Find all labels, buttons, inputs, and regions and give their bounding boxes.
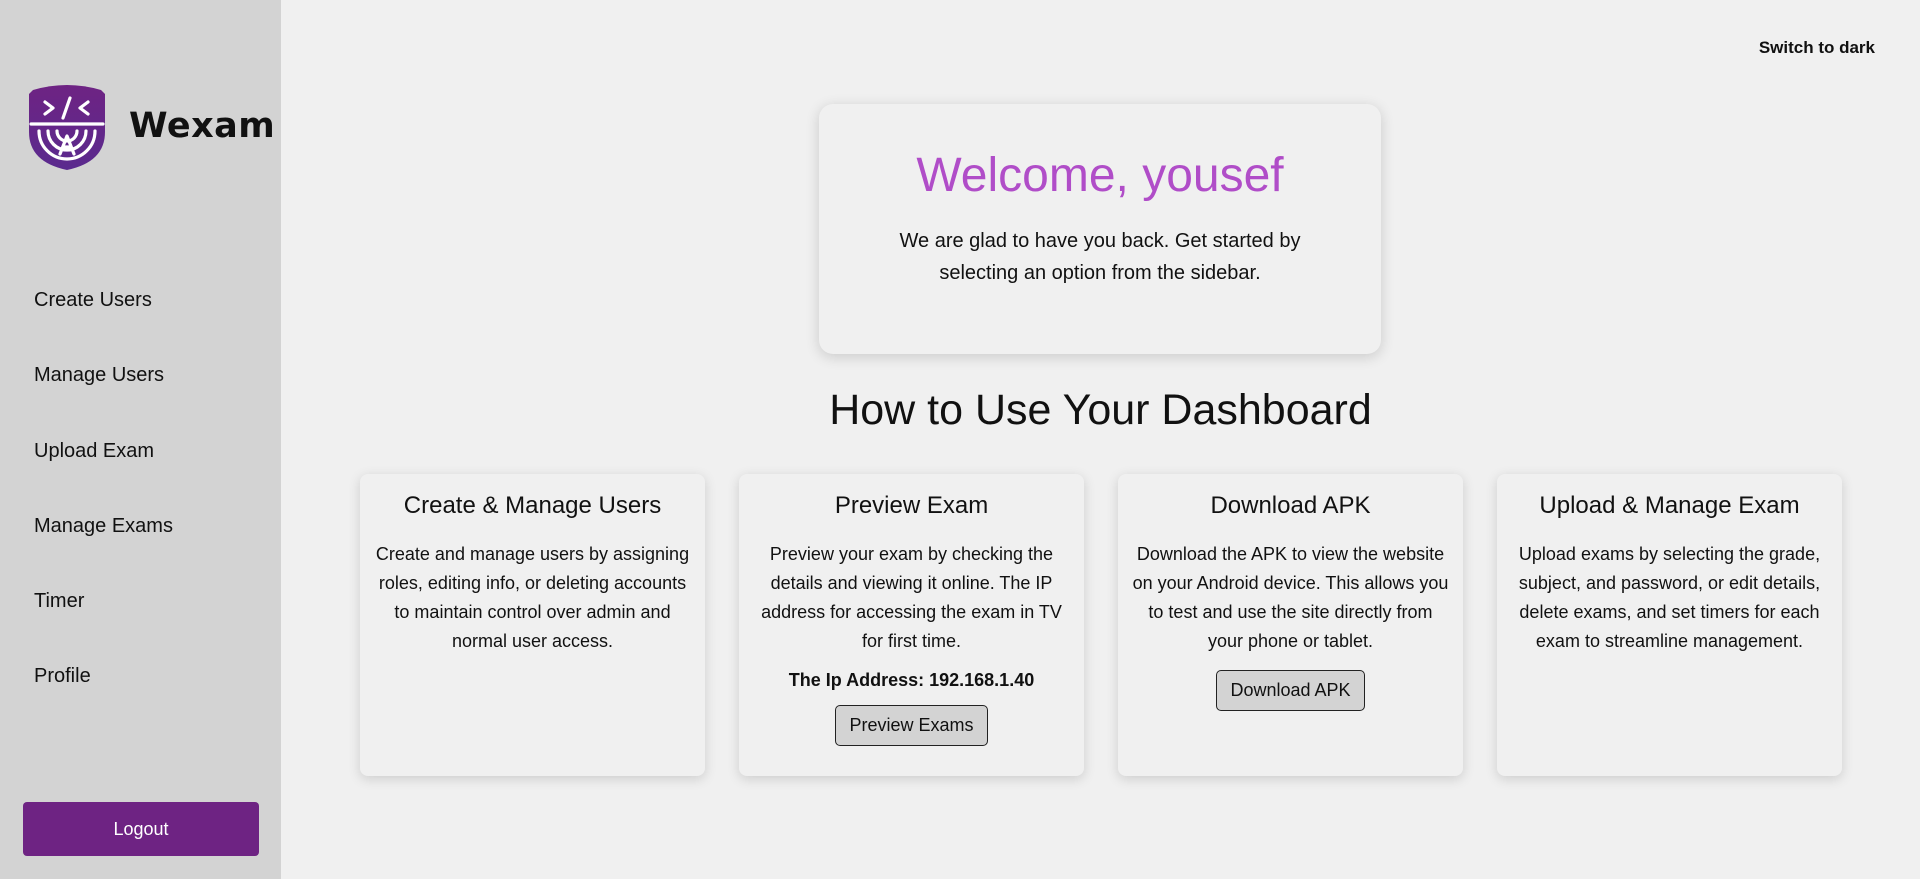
sidebar-item-profile[interactable]: Profile [34, 658, 173, 733]
theme-toggle-button[interactable]: Switch to dark [1759, 34, 1875, 62]
welcome-message: We are glad to have you back. Get starte… [899, 230, 1301, 284]
download-apk-button[interactable]: Download APK [1216, 670, 1365, 711]
dashboard-guide-title: How to Use Your Dashboard [829, 386, 1372, 434]
logout-button[interactable]: Logout [23, 802, 259, 856]
card-title: Upload & Manage Exam [1539, 492, 1800, 519]
preview-exams-button[interactable]: Preview Exams [835, 705, 988, 746]
brand[interactable]: Wexam [27, 82, 275, 170]
card-title: Create & Manage Users [403, 492, 662, 519]
guide-card-upload-manage-exam: Upload & Manage Exam Upload exams by sel… [1497, 474, 1842, 776]
sidebar-item-upload-exam[interactable]: Upload Exam [34, 433, 173, 508]
guide-card-create-manage-users: Create & Manage Users Create and manage … [360, 474, 705, 776]
sidebar-item-timer[interactable]: Timer [34, 583, 173, 658]
card-text: Download the APK to view the website on … [1132, 544, 1449, 651]
guide-card-preview-exam: Preview Exam Preview your exam by checki… [739, 474, 1084, 776]
sidebar-nav: Create Users Manage Users Upload Exam Ma… [34, 282, 173, 734]
card-title: Download APK [1210, 492, 1371, 519]
card-text: Upload exams by selecting the grade, sub… [1518, 544, 1821, 651]
brand-name: Wexam [129, 106, 276, 146]
card-text: Preview your exam by checking the detail… [761, 544, 1062, 651]
sidebar-item-create-users[interactable]: Create Users [34, 282, 173, 357]
card-text: Create and manage users by assigning rol… [375, 544, 690, 651]
welcome-title: Welcome, yousef [916, 149, 1284, 202]
sidebar: Wexam Create Users Manage Users Upload E… [0, 0, 281, 879]
ip-address-text: The Ip Address: 192.168.1.40 [788, 670, 1035, 690]
shield-code-logo-icon [29, 85, 105, 170]
card-title: Preview Exam [834, 492, 989, 519]
guide-card-download-apk: Download APK Download the APK to view th… [1118, 474, 1463, 776]
welcome-card: Welcome, yousef We are glad to have you … [819, 104, 1381, 354]
sidebar-item-manage-exams[interactable]: Manage Exams [34, 508, 173, 583]
sidebar-item-manage-users[interactable]: Manage Users [34, 357, 173, 432]
